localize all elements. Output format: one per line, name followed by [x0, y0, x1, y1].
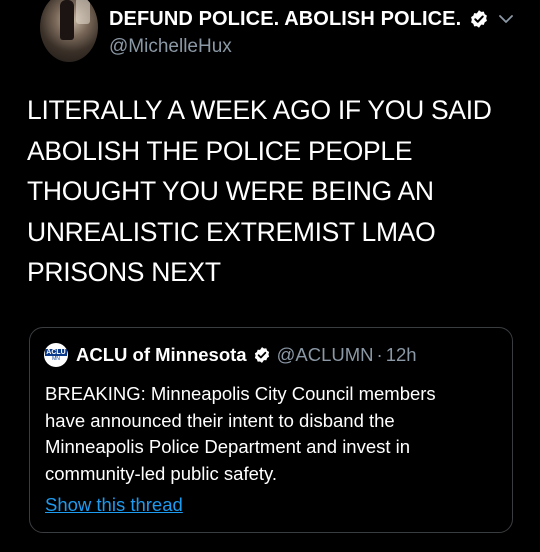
- tweet-text-line: LITERALLY A WEEK AGO IF YOU SAID: [27, 95, 492, 125]
- quoted-tweet-card[interactable]: ACLU MN ACLU of Minnesota @ACLUMN · 12h …: [29, 327, 513, 533]
- quoted-text-line: Minneapolis Police Department and invest…: [45, 436, 411, 457]
- tweet: DEFUND POLICE. ABOLISH POLICE. @Michelle…: [0, 0, 540, 552]
- tweet-text: LITERALLY A WEEK AGO IF YOU SAID ABOLISH…: [27, 90, 532, 293]
- quoted-text-line: community-led public safety.: [45, 462, 278, 484]
- avatar-figure: [60, 0, 74, 40]
- avatar-light: [76, 0, 90, 24]
- aclu-logo-subtext: MN: [52, 355, 60, 362]
- chevron-down-icon[interactable]: [497, 11, 515, 27]
- tweet-text-line: UNREALISTIC EXTREMIST LMAO: [27, 216, 436, 247]
- display-name[interactable]: DEFUND POLICE. ABOLISH POLICE.: [109, 8, 461, 31]
- avatar[interactable]: [40, 0, 98, 62]
- separator-dot: ·: [376, 344, 383, 365]
- verified-badge-icon: [254, 347, 269, 363]
- quoted-display-name[interactable]: ACLU of Minnesota: [76, 344, 247, 366]
- author-handle[interactable]: @MichelleHux: [109, 36, 232, 58]
- verified-badge-icon: [471, 10, 488, 28]
- tweet-text-line: PRISONS NEXT: [27, 257, 221, 287]
- quoted-text-line: BREAKING: Minneapolis City Council membe…: [45, 383, 436, 404]
- quoted-handle[interactable]: @ACLUMN: [277, 344, 374, 366]
- tweet-text-line: THOUGHT YOU WERE BEING AN: [27, 176, 434, 206]
- quoted-tweet-header: ACLU MN ACLU of Minnesota @ACLUMN · 12h: [44, 342, 417, 368]
- author-row: DEFUND POLICE. ABOLISH POLICE.: [109, 4, 489, 34]
- show-thread-link[interactable]: Show this thread: [45, 494, 183, 516]
- quoted-timestamp[interactable]: 12h: [386, 344, 417, 366]
- tweet-text-line: ABOLISH THE POLICE PEOPLE: [27, 135, 413, 166]
- quoted-text-line: have announced their intent to disband t…: [45, 409, 395, 431]
- aclu-logo-text: ACLU: [45, 348, 67, 356]
- aclu-logo-avatar[interactable]: ACLU MN: [44, 343, 68, 367]
- quoted-tweet-text: BREAKING: Minneapolis City Council membe…: [45, 381, 505, 487]
